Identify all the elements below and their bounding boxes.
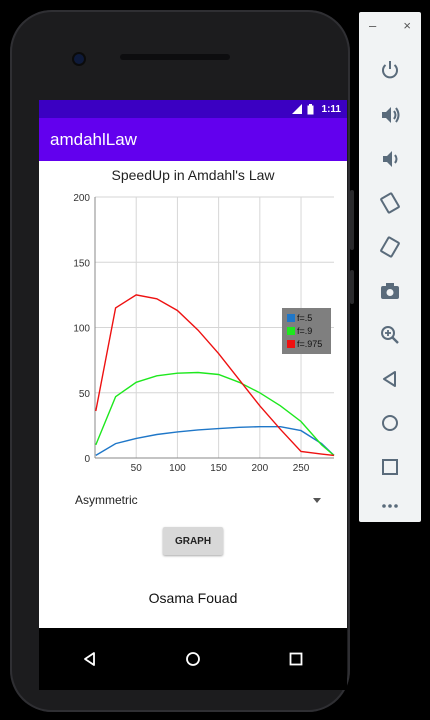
power-icon[interactable] bbox=[376, 56, 404, 84]
battery-icon bbox=[306, 103, 316, 114]
front-camera bbox=[74, 54, 84, 64]
app-title: amdahlLaw bbox=[50, 129, 137, 149]
y-tick-label: 0 bbox=[84, 454, 90, 465]
graph-button[interactable]: GRAPH bbox=[163, 527, 223, 555]
legend-label: f=.9 bbox=[297, 326, 312, 336]
y-tick-label: 100 bbox=[73, 324, 90, 335]
x-tick-label: 200 bbox=[251, 463, 268, 472]
device-screen: 1:11 amdahlLaw SpeedUp in Amdahl's Law 0… bbox=[39, 100, 347, 690]
back-icon[interactable] bbox=[376, 365, 404, 393]
volume-up-icon[interactable] bbox=[376, 101, 404, 129]
dropdown-arrow-icon[interactable] bbox=[313, 497, 321, 503]
status-bar: 1:11 bbox=[39, 100, 347, 118]
series-line-1 bbox=[95, 371, 335, 456]
speedup-chart: 0 50 100 150 200 50 100 150 200 250 f=.5 f=.9 f=.97… bbox=[73, 193, 335, 472]
home-icon[interactable] bbox=[376, 409, 404, 437]
camera-icon[interactable] bbox=[376, 277, 404, 305]
minimize-button[interactable]: – bbox=[369, 18, 376, 33]
mode-spinner[interactable]: Asymmetric bbox=[75, 489, 321, 511]
app-bar: amdahlLaw bbox=[39, 118, 347, 161]
volume-down-icon[interactable] bbox=[376, 145, 404, 173]
legend-swatch bbox=[287, 314, 295, 322]
emulator-panel: – × bbox=[359, 12, 421, 522]
recents-icon[interactable] bbox=[281, 644, 311, 674]
x-tick-label: 50 bbox=[131, 463, 143, 472]
side-button bbox=[350, 270, 354, 304]
legend-swatch bbox=[287, 327, 295, 335]
close-button[interactable]: × bbox=[403, 18, 411, 33]
zoom-icon[interactable] bbox=[376, 321, 404, 349]
side-button bbox=[350, 190, 354, 250]
earpiece-speaker bbox=[120, 54, 230, 60]
chart-legend: f=.5 f=.9 f=.975 bbox=[282, 308, 331, 354]
legend-label: f=.5 bbox=[297, 313, 312, 323]
back-icon[interactable] bbox=[75, 644, 105, 674]
y-tick-label: 150 bbox=[73, 258, 90, 269]
rotate-left-icon[interactable] bbox=[376, 189, 404, 217]
x-tick-label: 100 bbox=[169, 463, 186, 472]
phone-frame: 1:11 amdahlLaw SpeedUp in Amdahl's Law 0… bbox=[10, 10, 354, 712]
chart-title: SpeedUp in Amdahl's Law bbox=[111, 167, 275, 183]
legend-label: f=.975 bbox=[297, 339, 322, 349]
home-icon[interactable] bbox=[178, 644, 208, 674]
navigation-bar bbox=[39, 628, 347, 690]
overview-icon[interactable] bbox=[376, 453, 404, 481]
spinner-selected-value: Asymmetric bbox=[75, 493, 138, 507]
x-tick-label: 250 bbox=[293, 463, 310, 472]
y-tick-label: 200 bbox=[73, 193, 90, 204]
x-tick-label: 150 bbox=[210, 463, 227, 472]
series-line-0 bbox=[95, 425, 335, 457]
y-tick-label: 50 bbox=[79, 389, 91, 400]
rotate-right-icon[interactable] bbox=[376, 233, 404, 261]
legend-swatch bbox=[287, 340, 295, 348]
author-name: Osama Fouad bbox=[148, 590, 238, 606]
lte-icon bbox=[291, 104, 302, 114]
more-icon[interactable] bbox=[376, 492, 404, 520]
status-time: 1:11 bbox=[321, 103, 341, 115]
